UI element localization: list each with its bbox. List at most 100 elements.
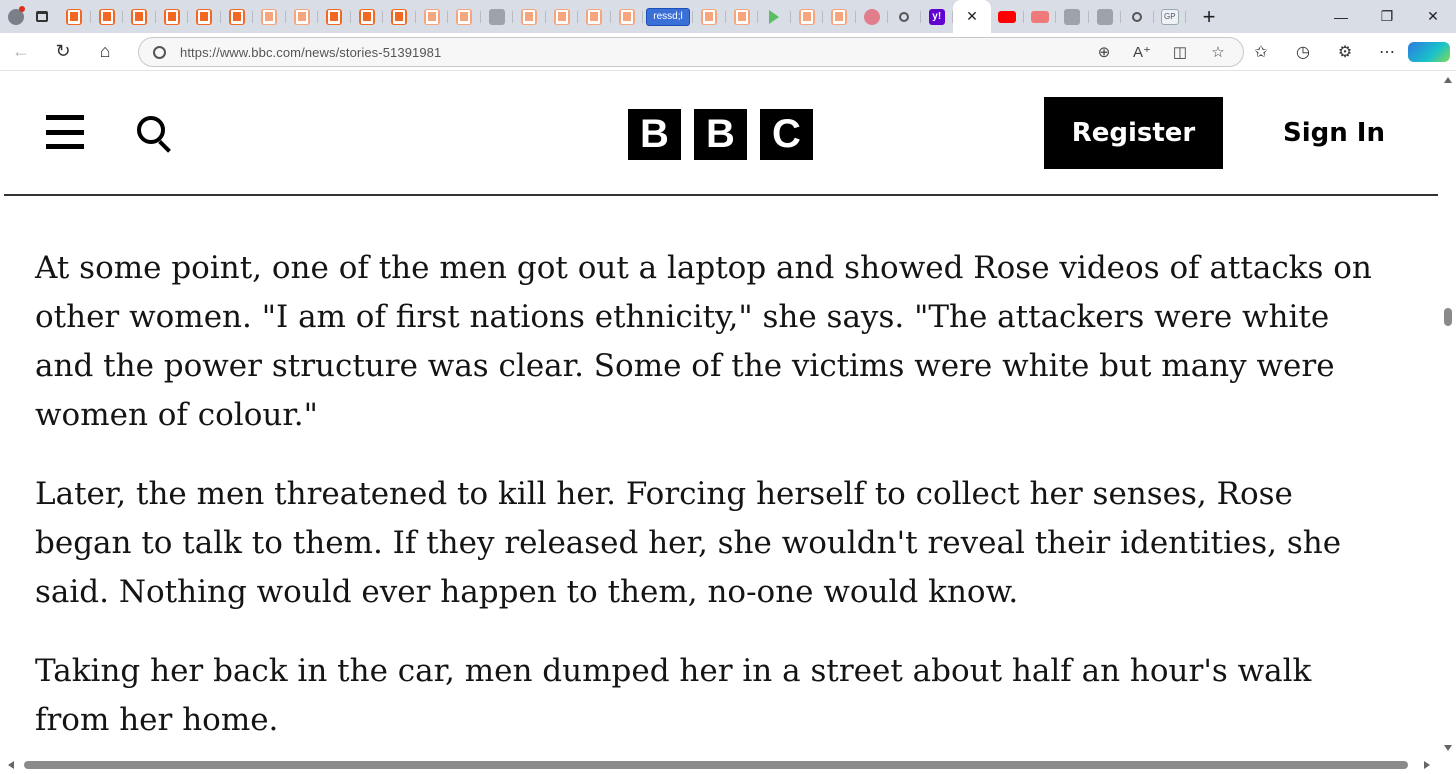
gp-favicon-icon: GP: [1160, 8, 1179, 25]
web-page: B B C Register Sign In At some point, on…: [0, 72, 1440, 756]
refresh-button[interactable]: ↻: [42, 33, 84, 71]
sign-in-link[interactable]: Sign In: [1276, 97, 1392, 169]
vertical-scroll-thumb[interactable]: [1444, 308, 1452, 326]
scroll-down-icon[interactable]: [1444, 745, 1452, 751]
minimize-button[interactable]: —: [1318, 0, 1364, 33]
browser-tab[interactable]: [856, 5, 889, 29]
browser-tab[interactable]: [888, 5, 921, 29]
restore-button[interactable]: ❐: [1364, 0, 1410, 33]
browser-tab[interactable]: [416, 5, 449, 29]
logo-letter: C: [760, 109, 813, 160]
history-icon[interactable]: ◷: [1282, 42, 1324, 62]
browser-tab[interactable]: [481, 5, 514, 29]
window-controls: — ❐ ✕: [1318, 0, 1456, 33]
extensions-icon[interactable]: ⚙: [1324, 42, 1366, 62]
browser-tab[interactable]: [253, 5, 286, 29]
browser-tab[interactable]: [351, 5, 384, 29]
profile-button[interactable]: [0, 0, 32, 33]
browser-tab[interactable]: [91, 5, 124, 29]
read-aloud-icon[interactable]: A⁺: [1123, 43, 1161, 61]
search-favicon-icon: [899, 11, 910, 22]
register-button[interactable]: Register: [1044, 97, 1223, 169]
logo-letter: B: [694, 109, 747, 160]
reader-view-icon[interactable]: ◫: [1161, 43, 1199, 61]
youtube-favicon-icon: [1030, 10, 1049, 23]
browser-tab[interactable]: [578, 5, 611, 29]
copilot-button[interactable]: [1408, 42, 1450, 62]
favorites-icon[interactable]: ✩: [1240, 42, 1282, 62]
browser-tab[interactable]: [758, 5, 791, 29]
browser-tab[interactable]: ressd;l: [643, 5, 693, 29]
browser-tab[interactable]: [318, 5, 351, 29]
zoom-icon[interactable]: ⊕: [1085, 43, 1123, 61]
back-button[interactable]: ←: [0, 33, 42, 71]
browser-tab[interactable]: [611, 5, 644, 29]
substack-favicon-icon: [831, 8, 848, 25]
notification-dot-icon: [19, 6, 25, 12]
browser-tab[interactable]: [823, 5, 856, 29]
search-icon[interactable]: [137, 116, 173, 153]
image-favicon-icon: [488, 8, 505, 25]
site-favicon-icon: [1064, 8, 1081, 25]
home-button[interactable]: ⌂: [84, 33, 126, 71]
tab-list: ressd;l y! ✕ GP: [52, 0, 1186, 33]
site-info-icon[interactable]: [153, 45, 166, 59]
browser-tab[interactable]: [1056, 5, 1089, 29]
bbc-site-header: B B C Register Sign In: [4, 72, 1438, 196]
close-window-button[interactable]: ✕: [1410, 0, 1456, 33]
browser-tab[interactable]: [448, 5, 481, 29]
substack-favicon-icon: [423, 8, 440, 25]
article-paragraph: Later, the men threatened to kill her. F…: [35, 476, 1342, 610]
address-bar[interactable]: https://www.bbc.com/news/stories-5139198…: [138, 37, 1244, 67]
browser-tab[interactable]: [123, 5, 156, 29]
browser-tab[interactable]: [513, 5, 546, 29]
yahoo-favicon-icon: y!: [928, 8, 945, 25]
substack-favicon-icon: [326, 8, 343, 25]
copilot-icon: [1408, 42, 1450, 62]
substack-favicon-icon: [798, 8, 815, 25]
substack-favicon-icon: [196, 8, 213, 25]
browser-tab[interactable]: [693, 5, 726, 29]
horizontal-scroll-thumb[interactable]: [24, 761, 1408, 769]
horizontal-scrollbar[interactable]: [0, 756, 1440, 774]
substack-favicon-icon: [733, 8, 750, 25]
browser-tab[interactable]: [383, 5, 416, 29]
browser-tab[interactable]: [1121, 5, 1154, 29]
favorite-star-icon[interactable]: ☆: [1199, 43, 1237, 61]
browser-tab[interactable]: [726, 5, 759, 29]
browser-tab[interactable]: [546, 5, 579, 29]
browser-tab[interactable]: [286, 5, 319, 29]
vertical-scrollbar[interactable]: [1440, 72, 1456, 756]
browser-tab[interactable]: [991, 5, 1024, 29]
play-favicon-icon: [769, 9, 780, 24]
article-paragraph: Taking her back in the car, men dumped h…: [35, 653, 1312, 738]
url-text[interactable]: https://www.bbc.com/news/stories-5139198…: [180, 45, 441, 60]
browser-tab[interactable]: [188, 5, 221, 29]
browser-tab[interactable]: [791, 5, 824, 29]
browser-tab[interactable]: [58, 5, 91, 29]
substack-favicon-icon: [163, 8, 180, 25]
more-menu-icon[interactable]: ⋯: [1366, 42, 1408, 62]
substack-favicon-icon: [391, 8, 408, 25]
active-tab-close-button[interactable]: ✕: [953, 0, 991, 33]
new-tab-button[interactable]: +: [1194, 0, 1224, 33]
scroll-up-icon[interactable]: [1444, 77, 1452, 83]
bbc-logo[interactable]: B B C: [628, 109, 813, 160]
menu-icon[interactable]: [46, 115, 84, 149]
browser-tab[interactable]: [156, 5, 189, 29]
tab-actions-button[interactable]: [32, 0, 52, 33]
browser-tab[interactable]: [221, 5, 254, 29]
browser-tab[interactable]: y!: [921, 5, 954, 29]
substack-favicon-icon: [586, 8, 603, 25]
podcast-favicon-icon: [863, 8, 880, 25]
tab-badge: ressd;l: [646, 7, 690, 26]
youtube-favicon-icon: [998, 10, 1017, 23]
image-favicon-icon: [1096, 8, 1113, 25]
scroll-right-icon[interactable]: [1424, 761, 1430, 769]
substack-favicon-icon: [358, 8, 375, 25]
browser-tab[interactable]: GP: [1154, 5, 1187, 29]
substack-favicon-icon: [98, 8, 115, 25]
browser-tab[interactable]: [1024, 5, 1057, 29]
browser-tab[interactable]: [1089, 5, 1122, 29]
scroll-left-icon[interactable]: [8, 761, 14, 769]
